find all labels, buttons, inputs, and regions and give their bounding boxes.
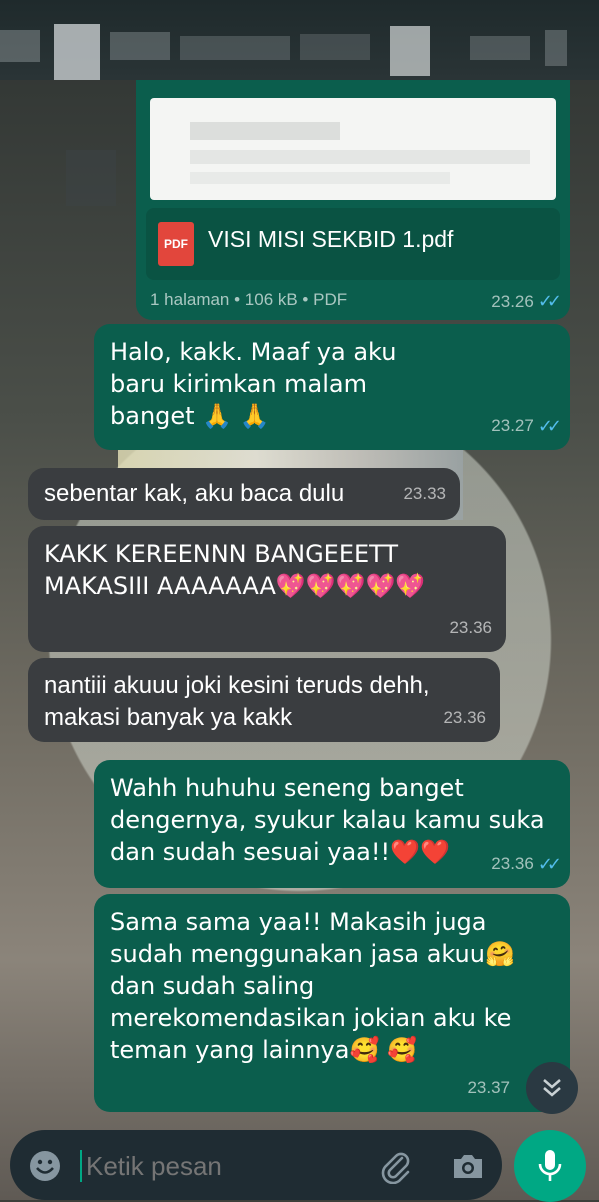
incoming-message[interactable]: sebentar kak, aku baca dulu 23.33 — [28, 468, 460, 520]
message-time: 23.36 — [449, 618, 492, 637]
message-time: 23.27 — [491, 416, 534, 435]
message-text: Halo, kakk. Maaf ya aku baru kirimkan ma… — [110, 338, 397, 430]
document-message[interactable]: PDF VISI MISI SEKBID 1.pdf 1 halaman • 1… — [136, 80, 570, 320]
message-input[interactable] — [84, 1144, 368, 1188]
pdf-icon: PDF — [158, 222, 194, 266]
message-time: 23.36 — [491, 854, 534, 873]
double-chevron-down-icon — [543, 1079, 561, 1097]
message-text: Wahh huhuhu seneng banget dengernya, syu… — [110, 774, 545, 866]
message-text: sebentar kak, aku baca dulu — [44, 480, 345, 507]
message-text: nantiii akuuu joki kesini teruds dehh, m… — [44, 672, 430, 731]
incoming-message[interactable]: nantiii akuuu joki kesini teruds dehh, m… — [28, 658, 500, 742]
message-time-wrap: 23.37 — [467, 1072, 510, 1104]
emoji-icon[interactable] — [28, 1149, 62, 1183]
message-time: 23.33 — [403, 484, 446, 503]
paperclip-icon[interactable] — [378, 1148, 412, 1184]
document-preview[interactable] — [150, 98, 556, 200]
incoming-message[interactable]: KAKK KEREENNN BANGEEETT MAKASIII AAAAAAA… — [28, 526, 506, 652]
message-time-wrap: 23.27 ✓✓ — [491, 410, 562, 442]
camera-icon[interactable] — [450, 1150, 486, 1182]
double-check-icon: ✓✓ — [537, 854, 562, 874]
message-time-wrap: 23.36 — [443, 702, 486, 734]
text-cursor — [80, 1150, 82, 1182]
outgoing-message[interactable]: Wahh huhuhu seneng banget dengernya, syu… — [94, 760, 570, 888]
message-time-wrap: 23.36 ✓✓ — [491, 848, 562, 880]
voice-record-button[interactable] — [514, 1130, 586, 1202]
outgoing-message[interactable]: Halo, kakk. Maaf ya aku baru kirimkan ma… — [94, 324, 570, 450]
message-time: 23.36 — [443, 708, 486, 727]
double-check-icon: ✓✓ — [537, 291, 562, 311]
scroll-to-bottom-button[interactable] — [526, 1062, 578, 1114]
message-time: 23.26 — [491, 291, 534, 311]
message-time-wrap: 23.26 ✓✓ — [491, 291, 562, 312]
message-composer — [10, 1130, 502, 1200]
document-file-name: VISI MISI SEKBID 1.pdf — [208, 226, 454, 252]
outgoing-message[interactable]: Sama sama yaa!! Makasih juga sudah mengg… — [94, 894, 570, 1112]
pixelated-header — [0, 0, 599, 206]
message-time: 23.37 — [467, 1078, 510, 1097]
mic-icon — [538, 1150, 562, 1181]
message-text: KAKK KEREENNN BANGEEETT MAKASIII AAAAAAA… — [44, 540, 426, 600]
message-time-wrap: 23.36 — [449, 612, 492, 644]
document-file-row[interactable]: PDF VISI MISI SEKBID 1.pdf — [146, 208, 560, 280]
message-text: Sama sama yaa!! Makasih juga sudah mengg… — [110, 908, 515, 1064]
document-meta: 1 halaman • 106 kB • PDF — [150, 290, 348, 309]
double-check-icon: ✓✓ — [537, 416, 562, 436]
message-time-wrap: 23.33 — [403, 478, 446, 510]
